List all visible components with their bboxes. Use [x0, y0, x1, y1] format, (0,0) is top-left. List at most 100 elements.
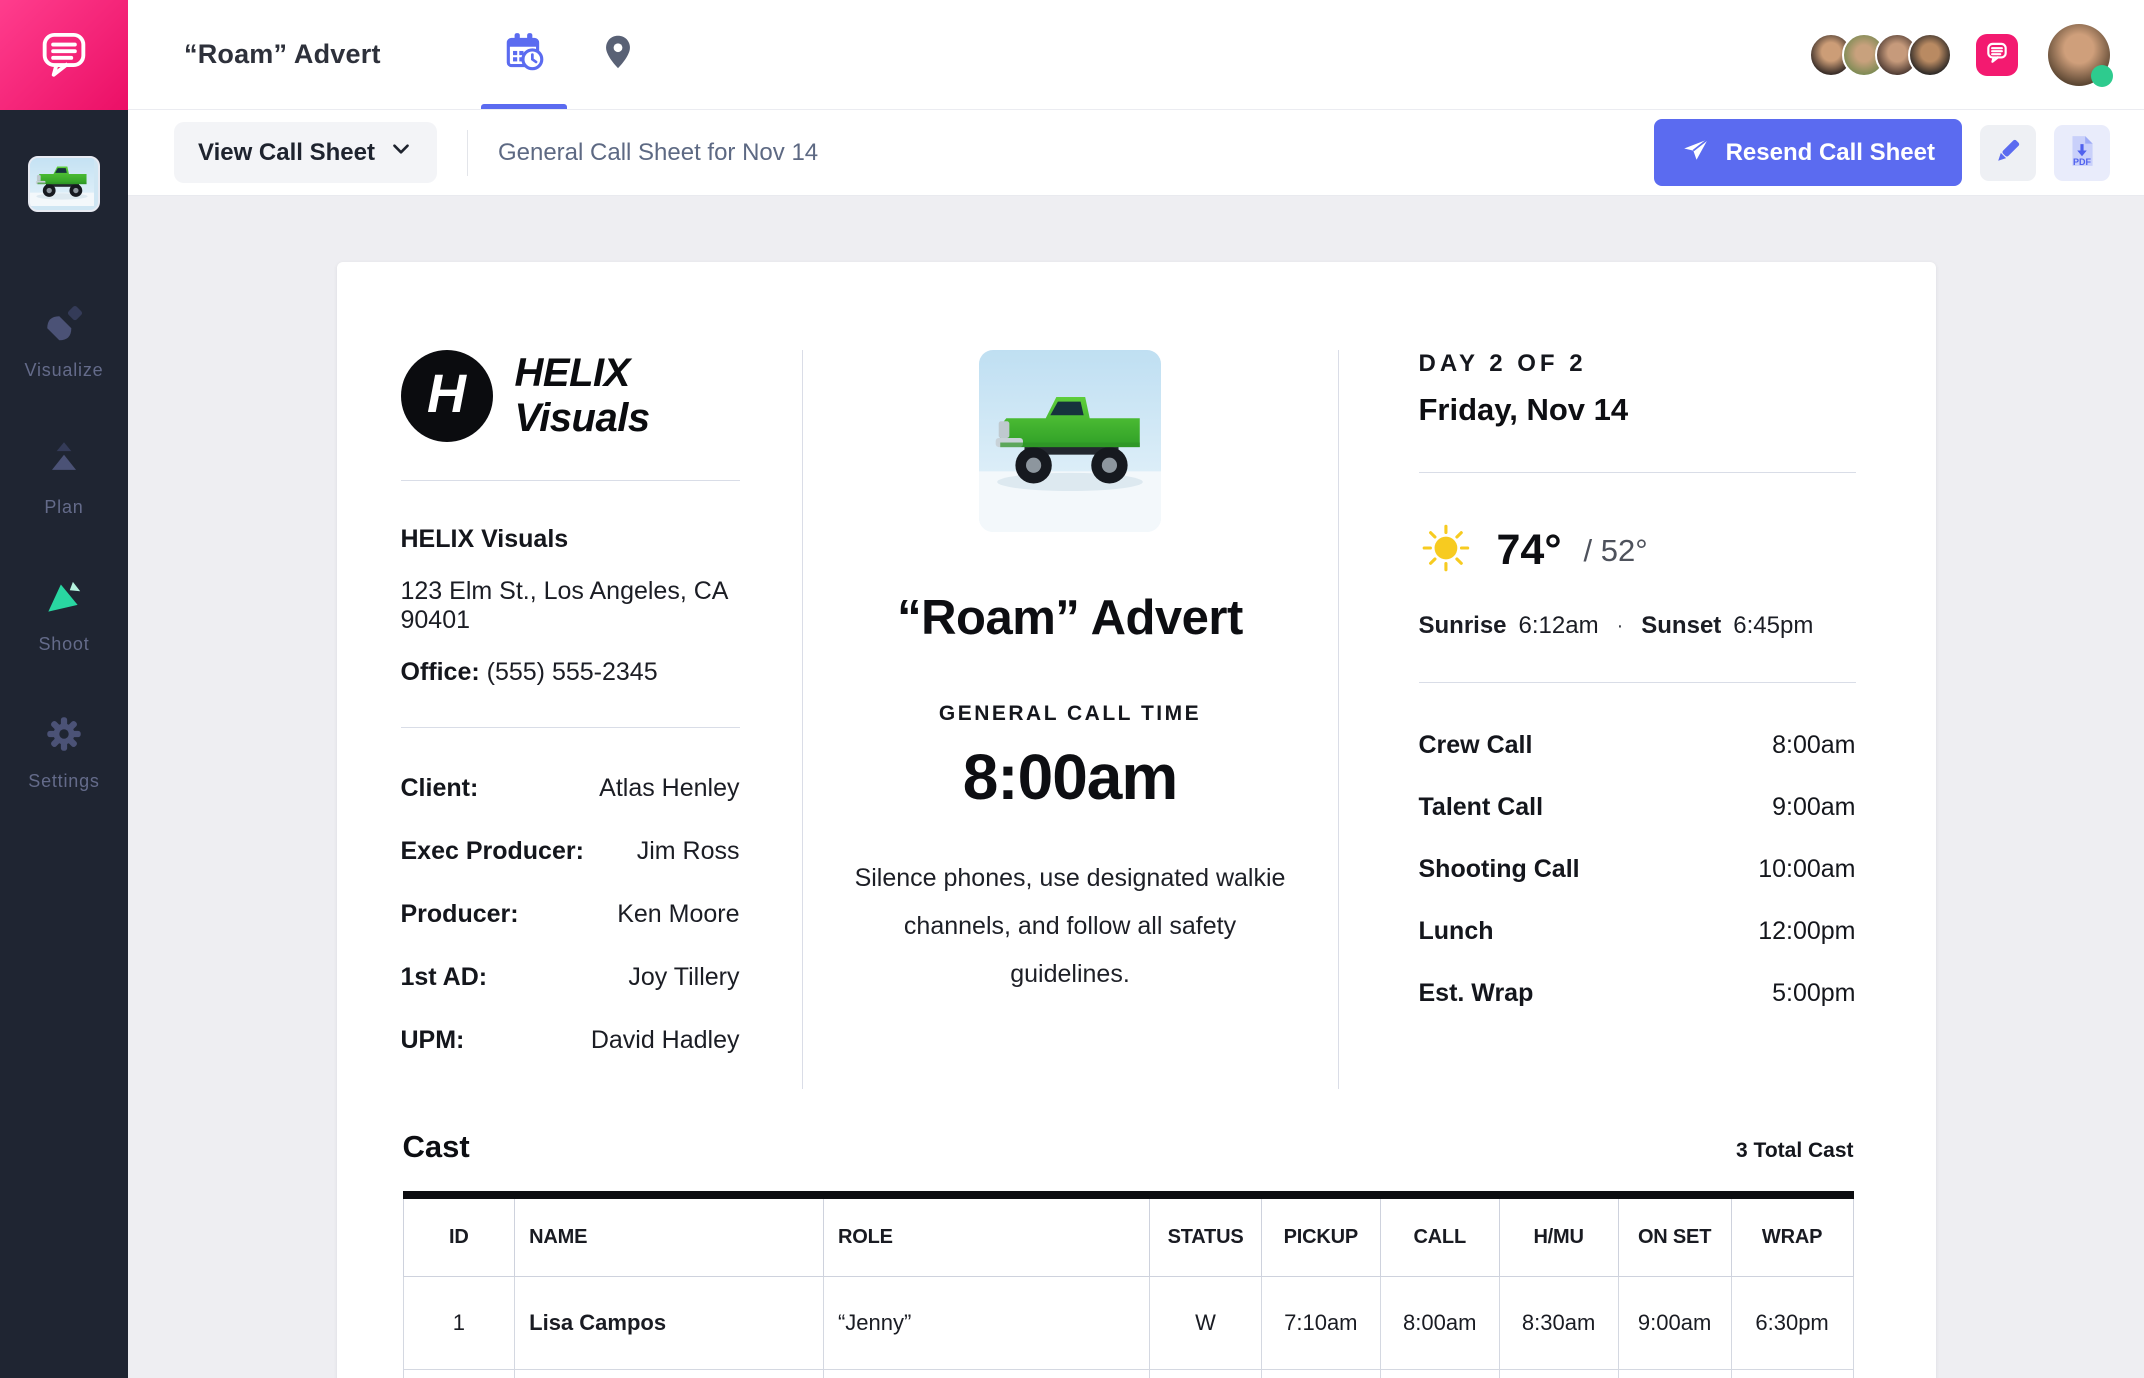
company-logo: H HELIX Visuals	[401, 350, 740, 442]
schedule-row-value: 10:00am	[1758, 855, 1855, 884]
day-count-label: DAY 2 OF 2	[1419, 350, 1856, 378]
crew-row-value: Jim Ross	[637, 837, 740, 866]
crew-row-label: Producer:	[401, 900, 519, 929]
download-pdf-button[interactable]: PDF	[2054, 125, 2110, 181]
cast-header: Cast 3 Total Cast	[403, 1129, 1854, 1165]
notification-bubble-icon	[1984, 39, 2010, 70]
edit-call-sheet-button[interactable]	[1980, 125, 2036, 181]
schedule-row-value: 8:00am	[1772, 731, 1855, 760]
sun-icon	[1419, 519, 1477, 582]
sidebar-item-visualize[interactable]: Visualize	[25, 300, 104, 381]
svg-text:PDF: PDF	[2073, 157, 2092, 167]
cast-cell: Lisa Campos	[515, 1277, 824, 1370]
divider	[1419, 472, 1856, 473]
cast-title: Cast	[403, 1129, 470, 1165]
cast-table-header-row: IDNAMEROLESTATUSPICKUPCALLH/MUON SETWRAP	[403, 1195, 1853, 1277]
divider	[401, 727, 740, 728]
divider	[401, 480, 740, 481]
view-call-sheet-label: View Call Sheet	[198, 139, 375, 167]
tab-call-sheet-schedule[interactable]	[477, 0, 571, 109]
cast-column-header: CALL	[1380, 1195, 1499, 1277]
cast-column-header: NAME	[515, 1195, 824, 1277]
production-note: Silence phones, use designated walkie ch…	[847, 854, 1294, 998]
temp-high: 74°	[1497, 526, 1562, 575]
cast-column-header: WRAP	[1731, 1195, 1853, 1277]
company-column: H HELIX Visuals HELIX Visuals 123 Elm St…	[337, 350, 802, 1089]
crew-list: Client:Atlas Henley Exec Producer: Jim Ros…	[401, 774, 740, 1055]
crew-row: Client:Atlas Henley	[401, 774, 740, 803]
shoot-date: Friday, Nov 14	[1419, 392, 1856, 428]
temp-low: / 52°	[1584, 533, 1648, 569]
sidebar-item-label: Visualize	[25, 360, 104, 381]
schedule-list: Crew Call8:00am Talent Call 9:00am Shooting…	[1419, 731, 1856, 1008]
general-call-time: 8:00am	[847, 740, 1294, 814]
schedule-row: Shooting Call10:00am	[1419, 855, 1856, 884]
cast-cell: 2	[403, 1370, 515, 1378]
cast-column-header: ID	[403, 1195, 515, 1277]
cast-cell: 9:15am	[1618, 1370, 1731, 1378]
cast-column-header: STATUS	[1150, 1195, 1262, 1277]
crew-row-label: UPM:	[401, 1026, 465, 1055]
production-photo	[979, 350, 1161, 532]
sidebar-item-settings[interactable]: Settings	[28, 711, 99, 792]
cast-cell: 9:00am	[1618, 1277, 1731, 1370]
plan-icon	[41, 437, 87, 488]
crew-row-label: Client:	[401, 774, 479, 803]
pencil-icon	[1992, 135, 2024, 170]
sidebar-item-label: Plan	[44, 497, 83, 518]
avatar[interactable]	[1908, 33, 1952, 77]
sidebar-item-shoot[interactable]: Shoot	[38, 574, 89, 655]
calendar-clock-icon	[501, 29, 547, 80]
user-profile-avatar[interactable]	[2048, 24, 2110, 86]
chat-bubble-icon	[35, 24, 93, 87]
call-sheet-header-grid: H HELIX Visuals HELIX Visuals 123 Elm St…	[337, 350, 1936, 1089]
project-thumbnail[interactable]	[28, 156, 100, 212]
crew-row: Exec Producer: Jim Ross	[401, 837, 740, 866]
resend-label: Resend Call Sheet	[1726, 139, 1935, 167]
cast-column-header: ROLE	[823, 1195, 1149, 1277]
cast-cell: W	[1150, 1277, 1262, 1370]
location-pin-icon	[597, 31, 639, 78]
sheet-title: General Call Sheet for Nov 14	[498, 139, 818, 167]
schedule-row-value: 5:00pm	[1772, 979, 1855, 1008]
schedule-row-value: 12:00pm	[1758, 917, 1855, 946]
cast-section: Cast 3 Total Cast IDNAMEROLESTATUSPICKUP…	[337, 1089, 1936, 1378]
cast-row[interactable]: 1Lisa Campos“Jenny”W7:10am8:00am8:30am9:…	[403, 1277, 1853, 1370]
cast-cell: 7:30am	[1261, 1370, 1380, 1378]
crew-row-value: Ken Moore	[617, 900, 739, 929]
company-address: 123 Elm St., Los Angeles, CA 90401	[401, 577, 740, 635]
view-call-sheet-dropdown[interactable]: View Call Sheet	[174, 122, 437, 183]
schedule-row-value: 9:00am	[1772, 793, 1855, 822]
gear-icon	[41, 711, 87, 762]
company-logo-text: HELIX Visuals	[515, 351, 740, 441]
studiobinder-logo[interactable]	[0, 0, 128, 110]
schedule-row-label: Est. Wrap	[1419, 979, 1534, 1008]
visualize-icon	[41, 300, 87, 351]
cast-column-header: ON SET	[1618, 1195, 1731, 1277]
notifications-button[interactable]	[1976, 34, 2018, 76]
cast-cell: 1	[403, 1277, 515, 1370]
schedule-row-label: Talent Call	[1419, 793, 1544, 822]
crew-row: 1st AD:Joy Tillery	[401, 963, 740, 992]
schedule-row: Lunch12:00pm	[1419, 917, 1856, 946]
cast-cell: 8:00am	[1380, 1277, 1499, 1370]
call-sheet-toolbar: View Call Sheet General Call Sheet for N…	[128, 110, 2144, 196]
sidebar-item-label: Shoot	[38, 634, 89, 655]
sunrise-time: 6:12am	[1519, 612, 1599, 640]
sidebar-item-plan[interactable]: Plan	[41, 437, 87, 518]
general-call-time-label: GENERAL CALL TIME	[847, 702, 1294, 726]
project-title: “Roam” Advert	[184, 39, 381, 70]
cast-cell: Julian Merritt	[515, 1370, 824, 1378]
tab-locations[interactable]	[571, 0, 665, 109]
cast-column-header: PICKUP	[1261, 1195, 1380, 1277]
day-column: DAY 2 OF 2 Friday, Nov 14	[1339, 350, 1936, 1089]
cast-cell: SW	[1150, 1370, 1262, 1378]
schedule-row: Crew Call8:00am	[1419, 731, 1856, 760]
call-sheet-card: H HELIX Visuals HELIX Visuals 123 Elm St…	[337, 262, 1936, 1378]
collaborator-avatars[interactable]	[1809, 33, 1952, 77]
crew-row-label: Exec Producer:	[401, 837, 584, 866]
cast-row[interactable]: 2Julian Merritt“Valerie”SW7:30am8:20am9:…	[403, 1370, 1853, 1378]
sunrise-sunset-row: Sunrise 6:12am · Sunset 6:45pm	[1419, 612, 1856, 640]
chevron-down-icon	[389, 137, 413, 168]
resend-call-sheet-button[interactable]: Resend Call Sheet	[1654, 119, 1962, 186]
